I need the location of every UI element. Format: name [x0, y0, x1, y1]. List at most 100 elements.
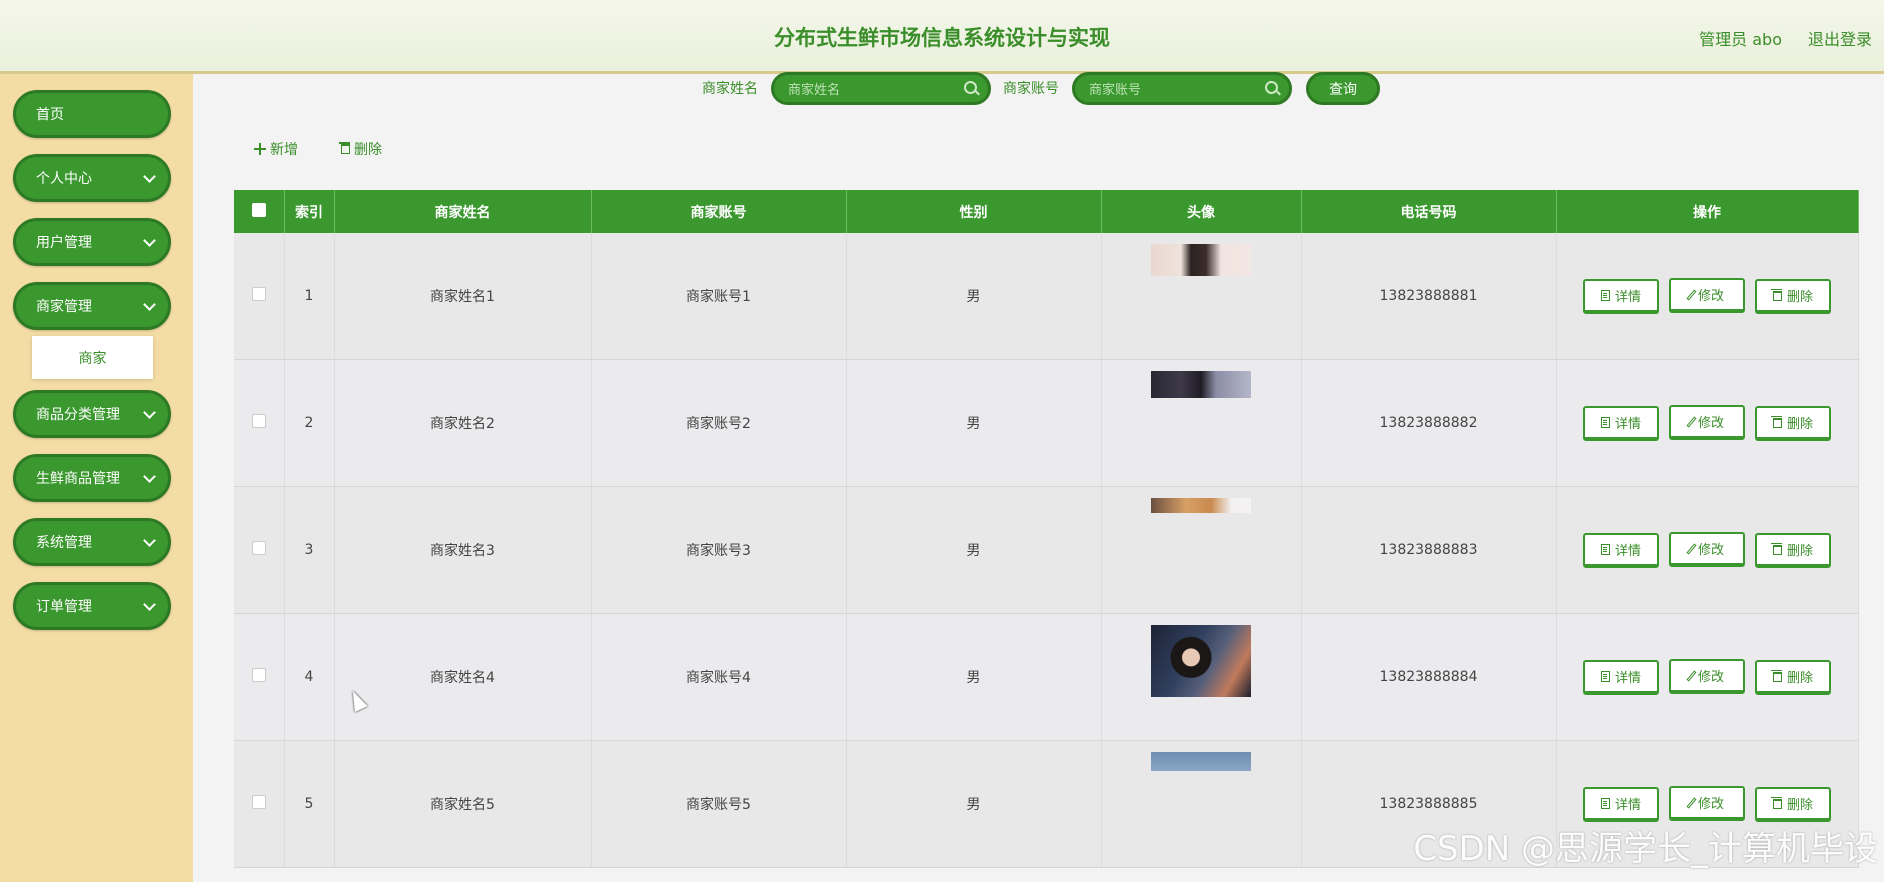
- avatar[interactable]: [1151, 244, 1251, 276]
- index-cell: 4: [284, 613, 335, 741]
- edit-button[interactable]: 修改: [1669, 278, 1745, 313]
- logout-link[interactable]: 退出登录: [1808, 26, 1872, 50]
- chevron-down-icon: [143, 470, 156, 483]
- avatar[interactable]: [1151, 371, 1251, 398]
- edit-button[interactable]: 修改: [1669, 532, 1745, 567]
- merchant-account-input[interactable]: [1087, 79, 1261, 101]
- detail-button-label: 详情: [1614, 797, 1641, 813]
- delete-button[interactable]: 删除: [1755, 787, 1831, 822]
- batch-delete-button[interactable]: 删除: [339, 139, 382, 159]
- delete-button[interactable]: 删除: [1755, 279, 1831, 314]
- plus-icon: [254, 143, 266, 155]
- submenu-item-merchant[interactable]: 商家: [32, 336, 153, 379]
- sidebar-item-merchant-management[interactable]: 商家管理: [13, 282, 171, 330]
- edit-button-label: 修改: [1697, 670, 1724, 685]
- name-cell: 商家姓名5: [334, 740, 592, 868]
- add-button-label: 新增: [270, 142, 298, 158]
- row-checkbox[interactable]: [251, 795, 266, 809]
- merchant-table: 索引 商家姓名 商家账号 性别 头像 电话号码 操作 1 商家姓名1 商家账号1…: [234, 190, 1859, 868]
- merchant-account-search[interactable]: [1072, 72, 1292, 105]
- phone-cell: 13823888882: [1301, 359, 1557, 487]
- delete-button[interactable]: 删除: [1755, 660, 1831, 695]
- watermark: CSDN @思源学长_计算机毕设: [1413, 829, 1878, 869]
- sidebar-item-category-management[interactable]: 商品分类管理: [13, 390, 171, 438]
- detail-button[interactable]: 详情: [1583, 532, 1659, 568]
- sidebar-item-home[interactable]: 首页: [13, 90, 171, 138]
- app-header: 分布式生鲜市场信息系统设计与实现 管理员 abo 退出登录: [0, 0, 1884, 74]
- actions-cell: 详情 修改 删除: [1556, 486, 1859, 614]
- table-row: 4 商家姓名4 商家账号4 男 13823888884 详情 修改 删除: [234, 613, 1859, 741]
- search-icon: [964, 81, 977, 94]
- avatar-cell: [1101, 233, 1302, 360]
- add-button[interactable]: 新增: [254, 139, 298, 159]
- document-icon: [1600, 797, 1610, 809]
- detail-button[interactable]: 详情: [1583, 405, 1659, 441]
- sidebar-item-label: 生鲜商品管理: [36, 471, 120, 487]
- edit-button[interactable]: 修改: [1669, 786, 1745, 821]
- index-cell: 1: [284, 233, 335, 360]
- edit-button[interactable]: 修改: [1669, 659, 1745, 694]
- batch-delete-label: 删除: [354, 142, 382, 158]
- sidebar-item-label: 系统管理: [36, 535, 92, 551]
- edit-button[interactable]: 修改: [1669, 405, 1745, 440]
- name-cell: 商家姓名3: [334, 486, 592, 614]
- sidebar-item-personal-center[interactable]: 个人中心: [13, 154, 171, 202]
- detail-button[interactable]: 详情: [1583, 659, 1659, 695]
- chevron-down-icon: [143, 406, 156, 419]
- sidebar-item-fresh-goods-management[interactable]: 生鲜商品管理: [13, 454, 171, 502]
- pencil-icon: [1686, 669, 1697, 682]
- delete-button-label: 删除: [1786, 417, 1813, 432]
- account-cell: 商家账号1: [591, 233, 847, 360]
- delete-button-label: 删除: [1786, 798, 1813, 813]
- row-select-cell: [234, 613, 285, 741]
- column-header-gender: 性别: [846, 190, 1102, 233]
- sidebar-item-user-management[interactable]: 用户管理: [13, 218, 171, 266]
- phone-cell: 13823888881: [1301, 233, 1557, 360]
- avatar-cell: [1101, 486, 1302, 614]
- name-cell: 商家姓名2: [334, 359, 592, 487]
- trash-icon: [1770, 542, 1782, 555]
- chevron-down-icon: [143, 170, 156, 183]
- avatar-cell: [1101, 359, 1302, 487]
- column-header-index: 索引: [284, 190, 335, 233]
- actions-cell: 详情 修改 删除: [1556, 359, 1859, 487]
- index-cell: 3: [284, 486, 335, 614]
- gender-cell: 男: [846, 233, 1102, 360]
- pencil-icon: [1686, 542, 1697, 555]
- account-cell: 商家账号5: [591, 740, 847, 868]
- chevron-down-icon: [143, 234, 156, 247]
- merchant-name-search[interactable]: [771, 72, 991, 105]
- merchant-name-input[interactable]: [786, 79, 960, 101]
- edit-button-label: 修改: [1697, 543, 1724, 558]
- detail-button-label: 详情: [1614, 289, 1641, 305]
- avatar-cell: [1101, 613, 1302, 741]
- detail-button[interactable]: 详情: [1583, 786, 1659, 822]
- sidebar-item-system-management[interactable]: 系统管理: [13, 518, 171, 566]
- column-header-phone: 电话号码: [1301, 190, 1557, 233]
- delete-button[interactable]: 删除: [1755, 406, 1831, 441]
- query-button[interactable]: 查询: [1306, 72, 1380, 105]
- row-select-cell: [234, 740, 285, 868]
- row-checkbox[interactable]: [251, 541, 266, 555]
- avatar[interactable]: [1151, 498, 1251, 513]
- select-all-checkbox[interactable]: [251, 202, 266, 217]
- pencil-icon: [1686, 415, 1697, 428]
- row-select-cell: [234, 486, 285, 614]
- table-row: 1 商家姓名1 商家账号1 男 13823888881 详情 修改 删除: [234, 233, 1859, 360]
- detail-button[interactable]: 详情: [1583, 278, 1659, 314]
- avatar-cell: [1101, 740, 1302, 868]
- name-cell: 商家姓名4: [334, 613, 592, 741]
- avatar[interactable]: [1151, 752, 1251, 771]
- document-icon: [1600, 416, 1610, 428]
- delete-button-label: 删除: [1786, 290, 1813, 305]
- delete-button[interactable]: 删除: [1755, 533, 1831, 568]
- avatar[interactable]: [1151, 625, 1251, 697]
- select-all-cell: [234, 190, 285, 233]
- table-row: 2 商家姓名2 商家账号2 男 13823888882 详情 修改 删除: [234, 359, 1859, 487]
- account-cell: 商家账号2: [591, 359, 847, 487]
- sidebar-item-order-management[interactable]: 订单管理: [13, 582, 171, 630]
- trash-icon: [339, 142, 350, 154]
- row-checkbox[interactable]: [251, 287, 266, 301]
- row-checkbox[interactable]: [251, 414, 266, 428]
- row-checkbox[interactable]: [251, 668, 266, 682]
